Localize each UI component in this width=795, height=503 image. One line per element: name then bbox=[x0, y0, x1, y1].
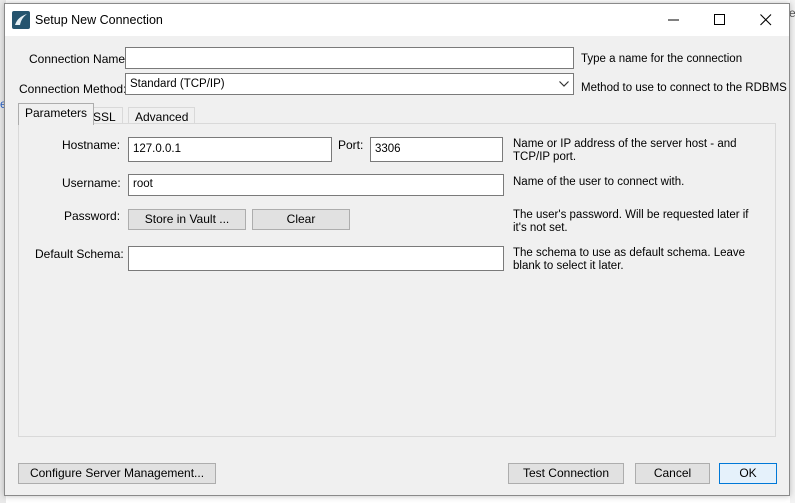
ok-button[interactable]: OK bbox=[719, 463, 777, 484]
default-schema-help: The schema to use as default schema. Lea… bbox=[513, 247, 746, 272]
password-help: The user's password. Will be requested l… bbox=[513, 209, 749, 234]
mysql-workbench-icon bbox=[12, 11, 30, 29]
connection-method-value: Standard (TCP/IP) bbox=[130, 78, 225, 90]
parameters-panel bbox=[18, 123, 776, 437]
port-input[interactable]: 3306 bbox=[370, 137, 503, 162]
password-label: Password: bbox=[64, 209, 121, 223]
chevron-down-icon bbox=[559, 81, 569, 87]
hostname-label: Hostname: bbox=[62, 138, 121, 152]
minimize-icon bbox=[668, 19, 679, 21]
hostname-help: Name or IP address of the server host - … bbox=[513, 138, 737, 163]
tab-parameters[interactable]: Parameters bbox=[18, 103, 95, 125]
connection-name-help: Type a name for the connection bbox=[581, 53, 743, 65]
cancel-button[interactable]: Cancel bbox=[635, 463, 710, 484]
connection-name-label: Connection Name: bbox=[29, 52, 129, 66]
store-in-vault-button[interactable]: Store in Vault ... bbox=[128, 209, 246, 230]
default-schema-input[interactable] bbox=[128, 246, 504, 271]
title-bar: Setup New Connection bbox=[5, 4, 789, 36]
connection-name-input[interactable] bbox=[125, 47, 574, 69]
maximize-icon bbox=[714, 14, 725, 25]
port-label: Port: bbox=[338, 138, 364, 152]
default-schema-label: Default Schema: bbox=[35, 247, 124, 261]
maximize-button[interactable] bbox=[697, 4, 743, 36]
username-label: Username: bbox=[62, 176, 121, 190]
username-input[interactable]: root bbox=[128, 174, 504, 196]
hostname-input[interactable]: 127.0.0.1 bbox=[128, 137, 332, 162]
window-title: Setup New Connection bbox=[35, 13, 163, 27]
username-help: Name of the user to connect with. bbox=[513, 176, 685, 188]
close-icon bbox=[760, 14, 772, 26]
connection-method-label: Connection Method: bbox=[19, 82, 127, 96]
minimize-button[interactable] bbox=[651, 4, 697, 36]
setup-connection-dialog: Setup New Connection Connection Name: Ty… bbox=[4, 3, 790, 496]
configure-server-management-button[interactable]: Configure Server Management... bbox=[18, 463, 216, 484]
test-connection-button[interactable]: Test Connection bbox=[508, 463, 624, 484]
clear-password-button[interactable]: Clear bbox=[252, 209, 350, 230]
connection-method-select[interactable]: Standard (TCP/IP) bbox=[125, 73, 574, 95]
close-button[interactable] bbox=[743, 4, 789, 36]
connection-method-help: Method to use to connect to the RDBMS bbox=[581, 82, 787, 94]
background-window-edge-right bbox=[790, 0, 795, 503]
